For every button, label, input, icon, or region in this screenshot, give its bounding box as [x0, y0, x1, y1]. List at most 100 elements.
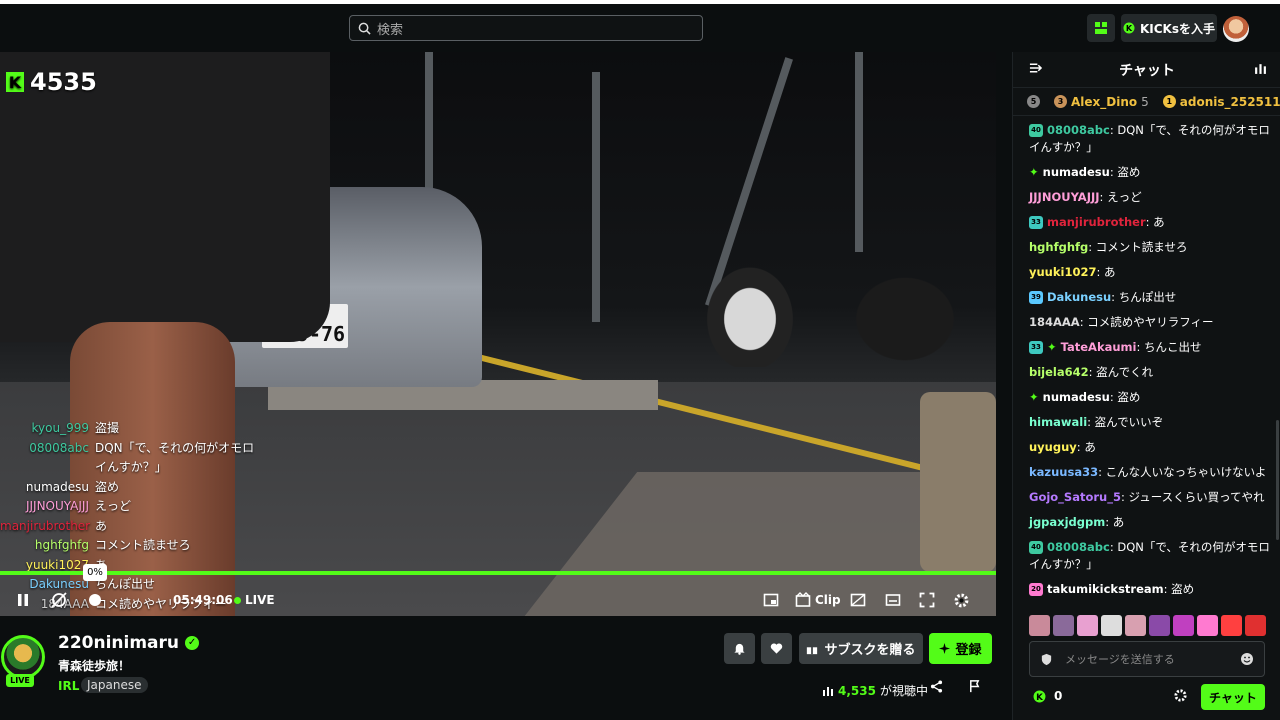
chat-username[interactable]: uyuguy [1029, 440, 1077, 454]
chat-message: kazuusa33: こんな人いなっちゃいけないよ [1029, 464, 1275, 481]
report-button[interactable] [968, 680, 981, 697]
video-player[interactable]: 大阪504つ89-76 K 4535 kyou_999盗撮08008abcDQN… [0, 52, 996, 616]
chat-username[interactable]: Gojo_Satoru_5 [1029, 490, 1121, 504]
chat-username[interactable]: 08008abc [1047, 123, 1110, 137]
emote-icon[interactable] [1245, 615, 1266, 636]
chat-message: ✦ numadesu: 盗め [1029, 389, 1275, 406]
chat-username[interactable]: numadesu [1043, 390, 1110, 404]
theater-icon [763, 593, 779, 607]
chat-text: ちんぽ出せ [1118, 290, 1177, 304]
chat-username[interactable]: bijela642 [1029, 365, 1089, 379]
chat-username[interactable]: 184AAA [1029, 315, 1080, 329]
fullscreen-button[interactable] [919, 589, 935, 611]
chat-separator: : [1111, 290, 1119, 304]
subscriber-badge-icon: 40 [1029, 124, 1043, 137]
emote-icon[interactable] [1197, 615, 1218, 636]
elapsed-time: 05:49:06 [173, 593, 233, 607]
chat-scrollbar[interactable] [1276, 420, 1279, 540]
get-kicks-button[interactable]: K KICKsを入手 [1121, 14, 1217, 42]
chat-message: 20 takumikickstream: 盗め [1029, 581, 1275, 598]
gift-sub-button[interactable]: サブスクを贈る [799, 633, 923, 664]
gift-leaderboard: 5 3 Alex_Dino 5 1 adonis_2525112 [1013, 88, 1280, 116]
chat-username[interactable]: 08008abc [1047, 540, 1110, 554]
overlay-chat-row: manjirubrother あ [0, 517, 260, 537]
emote-icon[interactable] [1077, 615, 1098, 636]
chat-username[interactable]: yuuki1027 [1029, 265, 1096, 279]
chat-username[interactable]: hghfghfg [1029, 240, 1088, 254]
collapse-chat-button[interactable] [1029, 62, 1043, 78]
settings-button[interactable] [953, 589, 970, 611]
rank-badge: 3 [1054, 95, 1067, 108]
emote-icon[interactable] [1149, 615, 1170, 636]
pip-button[interactable] [850, 589, 866, 611]
channel-name[interactable]: 220ninimaru [58, 633, 179, 653]
captions-button[interactable] [885, 589, 901, 611]
rank-badge: 1 [1162, 95, 1176, 108]
kicks-balance[interactable]: K 0 [1033, 689, 1062, 703]
browse-button[interactable] [1087, 14, 1115, 42]
pause-button[interactable] [16, 589, 30, 611]
progress-bar[interactable] [0, 571, 996, 575]
chat-username[interactable]: jgpaxjdgpm [1029, 515, 1105, 529]
chat-text: こんな人いなっちゃいけないよ [1105, 465, 1267, 479]
chat-username[interactable]: numadesu [1043, 165, 1110, 179]
chat-username[interactable]: kazuusa33 [1029, 465, 1098, 479]
category-link[interactable]: IRL [58, 679, 79, 693]
viewer-count-suffix: が視聴中 [879, 684, 928, 698]
clip-button[interactable]: Clip [795, 589, 841, 611]
theater-mode-button[interactable] [763, 589, 779, 611]
chat-username[interactable]: JJJNOUYAJJJ [1029, 190, 1100, 204]
chat-input[interactable]: メッセージを送信する [1029, 641, 1265, 677]
chat-input-placeholder: メッセージを送信する [1065, 653, 1175, 666]
verified-icon: ✓ [185, 636, 200, 650]
emote-icon[interactable] [1053, 615, 1074, 636]
chat-text: ちんこ出せ [1144, 340, 1202, 354]
leaderboard-entry[interactable]: 5 [1027, 95, 1040, 108]
rewind-disabled-button[interactable] [50, 589, 68, 611]
chat-message: Gojo_Satoru_5: ジュースくらい買ってやれ [1029, 489, 1275, 506]
leaderboard-entry[interactable]: 3 Alex_Dino 5 [1054, 95, 1149, 109]
emote-icon[interactable] [1101, 615, 1122, 636]
stone-post [920, 392, 996, 572]
emote-icon[interactable] [1221, 615, 1242, 636]
utility-pole [855, 52, 863, 252]
chat-users-button[interactable] [1254, 62, 1267, 79]
overlay-chat-row: kyou_999 盗撮 [0, 419, 260, 439]
stream-title: 青森徒歩旅！ [58, 659, 131, 673]
chat-username[interactable]: Dakunesu [1047, 290, 1111, 304]
favorite-button[interactable] [761, 633, 792, 664]
notify-button[interactable] [724, 633, 755, 664]
chat-settings-button[interactable] [1173, 688, 1188, 707]
share-button[interactable] [930, 680, 943, 697]
chat-separator: : [1136, 340, 1145, 354]
kicks-coin-icon: K [1123, 22, 1135, 34]
chat-username[interactable]: himawali [1029, 415, 1087, 429]
emote-icon[interactable] [1125, 615, 1146, 636]
language-tag[interactable]: Japanese [81, 677, 148, 693]
subscriber-badge-icon: 40 [1029, 541, 1043, 554]
channel-avatar[interactable] [1, 635, 45, 679]
chat-username[interactable]: manjirubrother [1047, 215, 1146, 229]
chat-message: 184AAA: コメ読めやヤリラフィー [1029, 314, 1275, 331]
gift-sub-label: サブスクを贈る [824, 643, 916, 658]
live-badge: LIVE [6, 674, 34, 687]
search-input[interactable]: 検索 [349, 15, 703, 41]
emoji-icon[interactable] [1240, 652, 1254, 666]
svg-text:K: K [1036, 692, 1043, 702]
chat-separator: : [1105, 515, 1113, 529]
emote-icon[interactable] [1029, 615, 1050, 636]
user-avatar[interactable] [1223, 16, 1249, 42]
overlay-chat-user: hghfghfg [34, 538, 89, 552]
leaderboard-entry[interactable]: 1 adonis_2525112 [1162, 95, 1280, 109]
emote-icon[interactable] [1173, 615, 1194, 636]
send-chat-button[interactable]: チャット [1201, 684, 1265, 710]
chat-text: 盗んでくれ [1096, 365, 1154, 379]
volume-button[interactable] [87, 589, 103, 611]
live-indicator[interactable]: LIVE [234, 589, 275, 611]
follow-button[interactable]: 登録 [929, 633, 992, 664]
chat-username[interactable]: takumikickstream [1047, 582, 1164, 596]
chat-username[interactable]: TateAkaumi [1061, 340, 1137, 354]
picture-icon [850, 593, 866, 607]
chat-text: コメ読めやヤリラフィー [1087, 315, 1214, 329]
overlay-chat-user: numadesu [25, 479, 89, 494]
